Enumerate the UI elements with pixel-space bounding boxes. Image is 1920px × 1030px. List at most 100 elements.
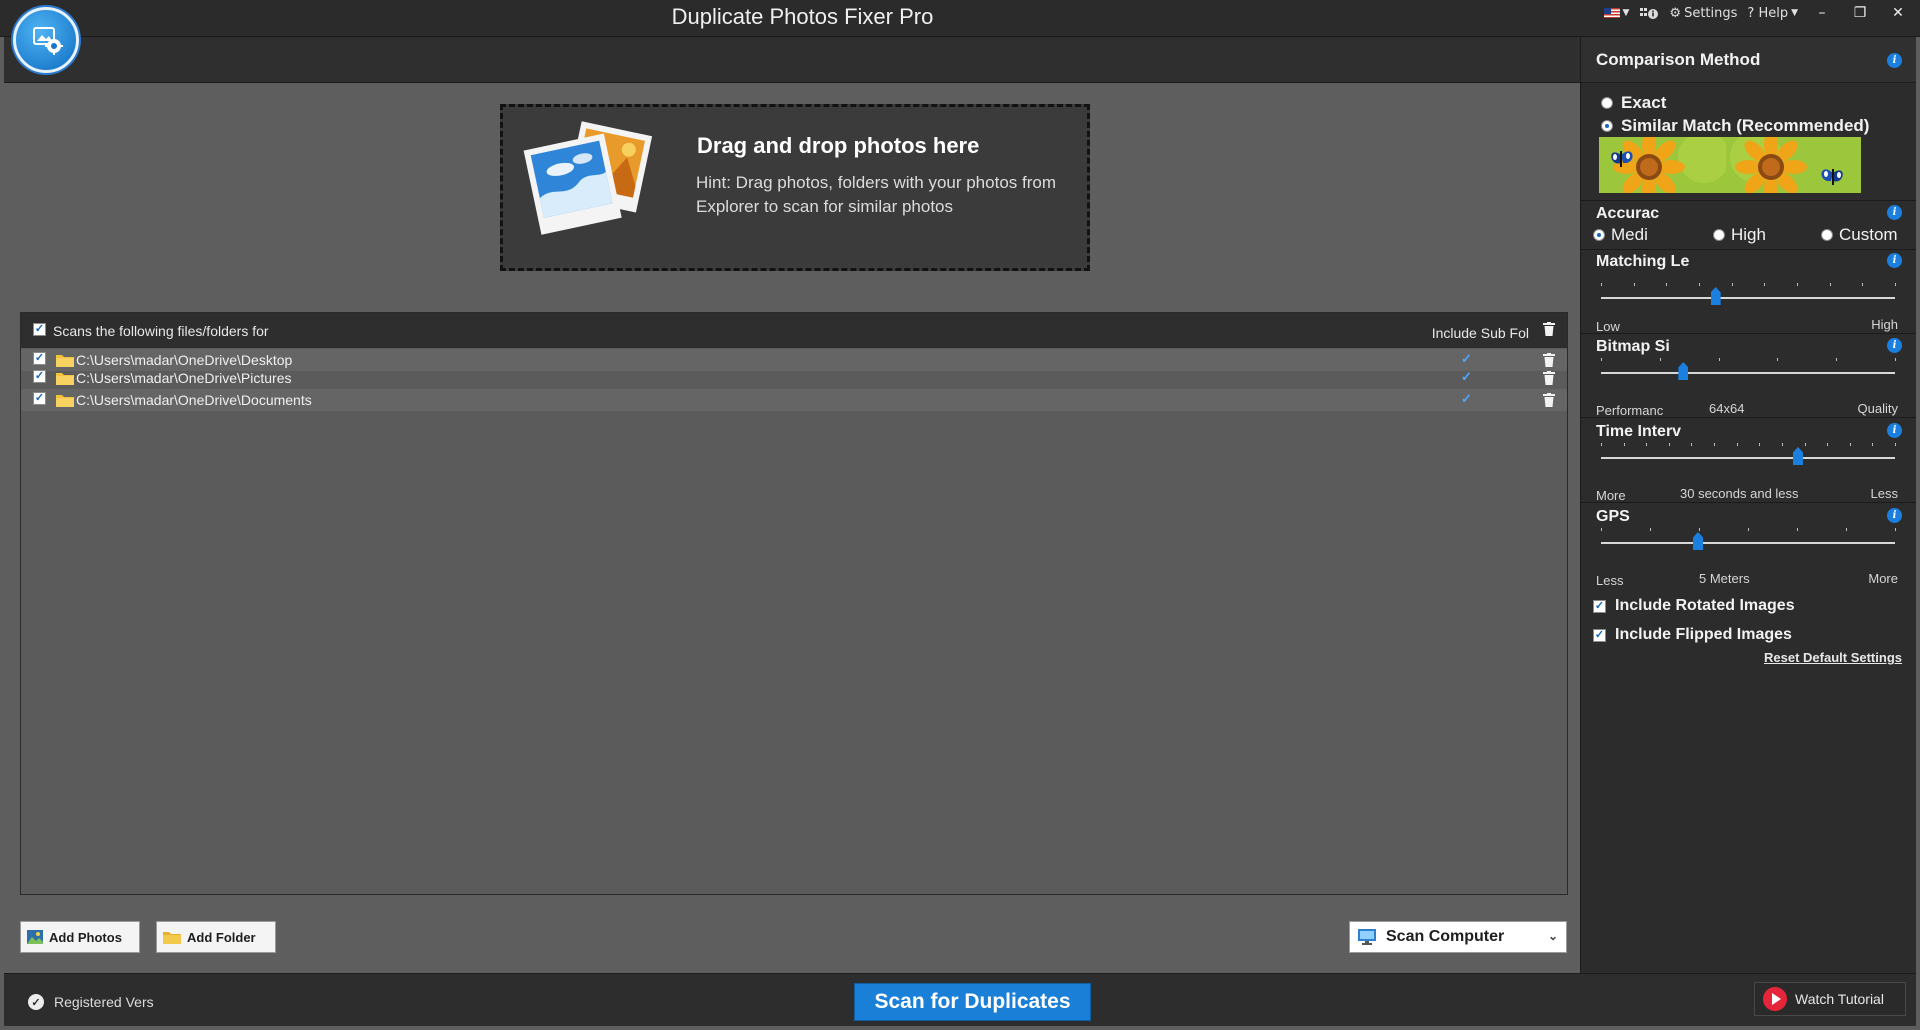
gps-max-label: More [1868, 571, 1898, 586]
info-icon[interactable]: i [1887, 508, 1902, 523]
add-folder-button[interactable]: Add Folder [156, 921, 276, 953]
folder-checkbox[interactable] [33, 370, 46, 383]
accuracy-custom-radio[interactable]: Custom [1821, 225, 1898, 245]
include-flipped-checkbox[interactable]: Include Flipped Images [1593, 626, 1792, 644]
app-logo [13, 7, 79, 73]
info-icon[interactable]: i [1887, 205, 1902, 220]
comparison-header: Comparison Method i [1581, 37, 1916, 83]
gps-value: 5 Meters [1699, 571, 1750, 586]
watch-tutorial-button[interactable]: Watch Tutorial [1754, 982, 1906, 1016]
info-icon[interactable]: i [1887, 253, 1902, 268]
include-rotated-label: Include Rotated Images [1615, 597, 1795, 614]
help-label: ? Help [1747, 5, 1789, 21]
folder-icon [163, 932, 181, 944]
include-sub-folder-checkbox[interactable] [1460, 352, 1473, 365]
photos-stack-icon [523, 121, 653, 235]
time-interval-slider[interactable] [1601, 443, 1896, 473]
slider-handle[interactable] [1693, 532, 1704, 550]
radio-indicator [1601, 120, 1613, 132]
minimize-button[interactable]: – [1808, 3, 1836, 23]
trash-icon [1543, 393, 1555, 407]
check-circle-icon: ✓ [28, 994, 44, 1010]
info-icon[interactable]: i [1887, 338, 1902, 353]
trash-icon [1543, 353, 1555, 367]
folder-row[interactable]: C:\Users\madar\OneDrive\Documents [21, 389, 1567, 411]
scan-folders-panel: Scans the following files/folders for In… [20, 312, 1568, 895]
gps-min-label: Less [1596, 573, 1624, 588]
include-sub-folders-label: Include Sub Fol [1431, 325, 1529, 341]
info-icon[interactable]: i [1887, 423, 1902, 438]
computer-icon [1358, 929, 1376, 945]
divider [1581, 502, 1916, 503]
maximize-button[interactable]: ❐ [1846, 3, 1874, 23]
radio-indicator [1593, 229, 1605, 241]
include-sub-folder-checkbox[interactable] [1460, 370, 1473, 383]
folder-icon [56, 373, 74, 385]
info-icon[interactable]: i [1887, 53, 1902, 68]
delete-all-button[interactable] [1543, 322, 1555, 336]
matching-level-title: Matching Le [1596, 253, 1690, 270]
accuracy-custom-label: Custom [1839, 225, 1898, 244]
method-exact-radio[interactable]: Exact [1601, 93, 1666, 113]
registration-status: ✓ Registered Vers [28, 994, 154, 1010]
registration-status-label: Registered Vers [54, 994, 154, 1010]
folder-checkbox[interactable] [33, 352, 46, 365]
accuracy-medium-label: Medi [1611, 225, 1648, 244]
folder-icon [56, 395, 74, 407]
watch-tutorial-label: Watch Tutorial [1795, 991, 1884, 1007]
scan-location-value: Scan Computer [1386, 928, 1505, 945]
accuracy-high-label: High [1731, 225, 1766, 244]
close-button[interactable]: ✕ [1884, 3, 1912, 23]
remove-folder-button[interactable] [1543, 353, 1555, 367]
help-button[interactable]: ? Help ▼ [1747, 6, 1798, 21]
language-selector[interactable]: ▼ [1603, 8, 1629, 18]
folder-path: C:\Users\madar\OneDrive\Documents [76, 392, 312, 408]
gps-title: GPS [1596, 508, 1630, 525]
accuracy-high-radio[interactable]: High [1713, 225, 1766, 245]
method-similar-radio[interactable]: Similar Match (Recommended) [1601, 116, 1869, 136]
comparison-settings-panel: Comparison Method i Exact Similar Match … [1580, 37, 1916, 973]
radio-indicator [1713, 229, 1725, 241]
folder-checkbox[interactable] [33, 392, 46, 405]
add-photos-button[interactable]: Add Photos [20, 921, 140, 953]
drop-zone-hint: Hint: Drag photos, folders with your pho… [696, 173, 1056, 216]
gps-slider[interactable] [1601, 528, 1896, 558]
reset-default-settings-link[interactable]: Reset Default Settings [1764, 650, 1902, 665]
matching-level-slider[interactable] [1601, 283, 1896, 313]
include-flipped-label: Include Flipped Images [1615, 626, 1792, 643]
time-interval-max-label: Less [1870, 486, 1898, 501]
include-rotated-checkbox[interactable]: Include Rotated Images [1593, 597, 1795, 615]
title-bar: Duplicate Photos Fixer Pro ▼ ⚙ Settings … [0, 0, 1920, 37]
slider-handle[interactable] [1710, 287, 1721, 305]
bitmap-size-slider[interactable] [1601, 358, 1896, 388]
select-all-checkbox[interactable] [33, 323, 46, 336]
scan-location-dropdown[interactable]: Scan Computer ⌄ [1349, 921, 1567, 953]
drop-zone-title: Drag and drop photos here [697, 133, 980, 158]
register-info-button[interactable] [1639, 6, 1659, 20]
drop-zone[interactable]: Drag and drop photos here Hint: Drag pho… [500, 104, 1090, 271]
slider-handle[interactable] [1678, 362, 1689, 380]
include-sub-folder-checkbox[interactable] [1460, 392, 1473, 405]
toolbar-strip [4, 37, 1580, 83]
matching-level-min-label: Low [1596, 319, 1620, 334]
remove-folder-button[interactable] [1543, 371, 1555, 385]
main-area: Drag and drop photos here Hint: Drag pho… [4, 83, 1580, 973]
bitmap-size-min-label: Performanc [1596, 403, 1664, 418]
sunflower-butterfly-image [1726, 137, 1861, 193]
scan-for-duplicates-button[interactable]: Scan for Duplicates [854, 983, 1091, 1021]
divider [1581, 249, 1916, 250]
add-photos-label: Add Photos [49, 929, 122, 945]
gear-icon: ⚙ [1669, 5, 1682, 21]
sunflower-butterfly-image [1599, 137, 1734, 193]
bitmap-size-title: Bitmap Si [1596, 338, 1670, 355]
slider-handle[interactable] [1792, 447, 1803, 465]
bitmap-size-max-label: Quality [1857, 401, 1898, 416]
time-interval-title: Time Interv [1596, 423, 1682, 440]
accuracy-medium-radio[interactable]: Medi [1593, 225, 1648, 245]
folder-row[interactable]: C:\Users\madar\OneDrive\Pictures [21, 367, 1567, 389]
settings-button[interactable]: ⚙ Settings [1669, 6, 1737, 21]
remove-folder-button[interactable] [1543, 393, 1555, 407]
image-icon [27, 930, 43, 944]
us-flag-icon [1603, 8, 1620, 18]
accuracy-title: Accurac [1596, 205, 1660, 222]
